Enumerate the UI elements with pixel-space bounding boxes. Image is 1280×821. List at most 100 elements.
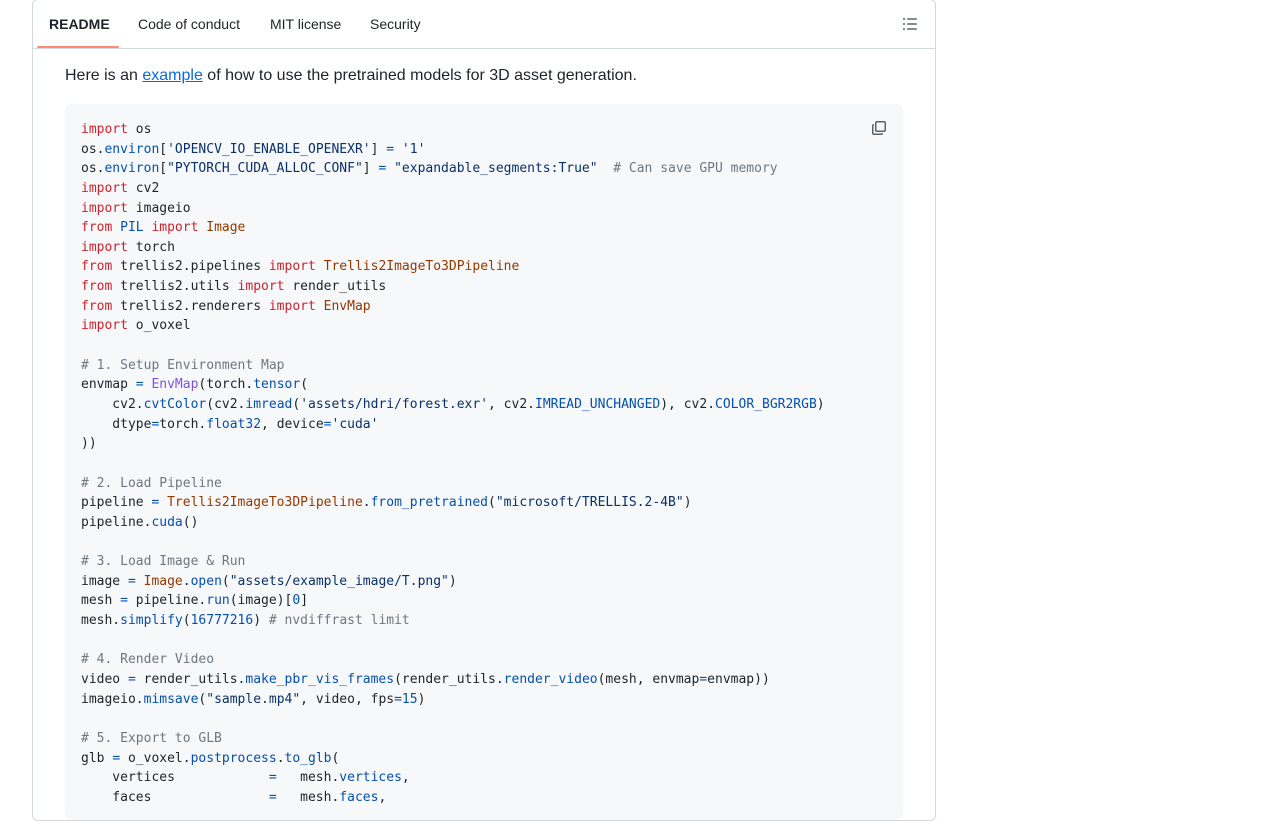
code-token: trellis2.renderers [112, 298, 269, 314]
code-token: pipeline [81, 495, 152, 511]
code-token: ), cv2. [660, 396, 716, 412]
code-token: # Can save GPU memory [613, 161, 778, 177]
code-content: import os os.environ['OPENCV_IO_ENABLE_OP… [81, 120, 825, 807]
code-token: make_pbr_vis_frames [245, 671, 395, 687]
code-token: 0 [292, 593, 301, 609]
code-token: . [276, 750, 285, 766]
code-line: import o_voxel [81, 316, 825, 336]
code-line: dtype=torch.float32, device='cuda' [81, 415, 825, 435]
code-line: os.environ["PYTORCH_CUDA_ALLOC_CONF"] = … [81, 159, 825, 179]
code-token: render_utils. [135, 671, 246, 687]
code-line: from trellis2.pipelines import Trellis2I… [81, 257, 825, 277]
code-line: mesh = pipeline.run(image)[0] [81, 591, 825, 611]
code-token: ( [331, 750, 340, 766]
code-token: environ [104, 161, 160, 177]
code-token: = [699, 671, 708, 687]
code-token: import [81, 180, 128, 196]
code-token: from [81, 298, 113, 314]
code-token: "assets/example_image/T.png" [229, 573, 449, 589]
code-token: trellis2.utils [112, 279, 238, 295]
code-token: "sample.mp4" [206, 691, 301, 707]
code-line: os.environ['OPENCV_IO_ENABLE_OPENEXR'] =… [81, 140, 825, 160]
code-token: (cv2. [206, 396, 246, 412]
code-token: ] [362, 161, 379, 177]
code-token: # 5. Export to GLB [81, 730, 222, 746]
code-token: '1' [401, 141, 426, 157]
code-token: o_voxel. [120, 750, 191, 766]
code-token: import [268, 298, 316, 314]
list-unordered-icon [903, 18, 917, 30]
code-token: IMREAD_UNCHANGED [535, 396, 661, 412]
code-line: cv2.cvtColor(cv2.imread('assets/hdri/for… [81, 395, 825, 415]
tab-security[interactable]: Security [370, 0, 421, 48]
tab-code-of-conduct[interactable]: Code of conduct [138, 0, 240, 48]
code-token: 'OPENCV_IO_ENABLE_OPENEXR' [167, 141, 371, 157]
tab-mit-license[interactable]: MIT license [270, 0, 341, 48]
code-token: EnvMap [151, 377, 199, 393]
code-token: "PYTORCH_CUDA_ALLOC_CONF" [167, 161, 363, 177]
example-link[interactable]: example [142, 67, 202, 84]
code-token: . [182, 573, 191, 589]
code-token: ) [683, 495, 692, 511]
code-token: mesh. [81, 613, 121, 629]
code-line: from trellis2.renderers import EnvMap [81, 297, 825, 317]
code-line: from PIL import Image [81, 218, 825, 238]
code-token: import [81, 318, 128, 334]
code-token: render_video [503, 671, 598, 687]
code-token: vertices [339, 770, 402, 786]
code-line: pipeline.cuda() [81, 513, 825, 533]
code-token: import [268, 259, 316, 275]
code-token: o_voxel [127, 318, 191, 334]
code-token: "expandable_segments:True" [394, 161, 598, 177]
active-tab-indicator [37, 46, 119, 48]
code-token: # 2. Load Pipeline [81, 475, 222, 491]
code-token: faces [81, 789, 269, 805]
code-line: import os [81, 120, 825, 140]
code-token: ) [448, 573, 457, 589]
code-line: # 5. Export to GLB [81, 729, 825, 749]
code-token: torch. [159, 416, 207, 432]
code-line: glb = o_voxel.postprocess.to_glb( [81, 749, 825, 769]
code-token: ] [300, 593, 309, 609]
code-token: render_utils [284, 279, 387, 295]
code-token: 'assets/hdri/forest.exr' [300, 396, 489, 412]
code-token: os. [81, 161, 105, 177]
outline-button[interactable] [899, 12, 921, 36]
code-token: [ [159, 141, 168, 157]
code-token: (torch. [198, 377, 254, 393]
copy-button[interactable] [865, 114, 893, 142]
code-token: 'cuda' [331, 416, 379, 432]
code-token: Trellis2ImageTo3DPipeline [323, 259, 520, 275]
code-token: simplify [120, 613, 183, 629]
code-token: ) [816, 396, 825, 412]
code-token: # 4. Render Video [81, 652, 215, 668]
code-line: pipeline = Trellis2ImageTo3DPipeline.fro… [81, 493, 825, 513]
code-token: , [401, 770, 410, 786]
code-token: cv2 [127, 180, 160, 196]
code-line: from trellis2.utils import render_utils [81, 277, 825, 297]
code-token: = [127, 671, 136, 687]
code-token: = [268, 770, 277, 786]
code-line: # 1. Setup Environment Map [81, 356, 825, 376]
code-token: import [151, 220, 199, 236]
code-token: to_glb [284, 750, 332, 766]
code-line: # 3. Load Image & Run [81, 552, 825, 572]
intro-text-after: of how to use the pretrained models for … [202, 67, 637, 84]
code-token: = [135, 377, 144, 393]
code-token: Trellis2ImageTo3DPipeline [167, 495, 363, 511]
code-token: PIL [120, 220, 144, 236]
code-token: Image [206, 220, 246, 236]
code-token: open [190, 573, 222, 589]
code-token: # nvdiffrast limit [268, 613, 410, 629]
intro-paragraph: Here is an example of how to use the pre… [65, 64, 637, 88]
code-token: = [112, 750, 121, 766]
tab-readme[interactable]: README [49, 0, 110, 48]
code-token: imageio. [81, 691, 144, 707]
code-token: ) [253, 613, 269, 629]
code-token: mesh [81, 593, 121, 609]
